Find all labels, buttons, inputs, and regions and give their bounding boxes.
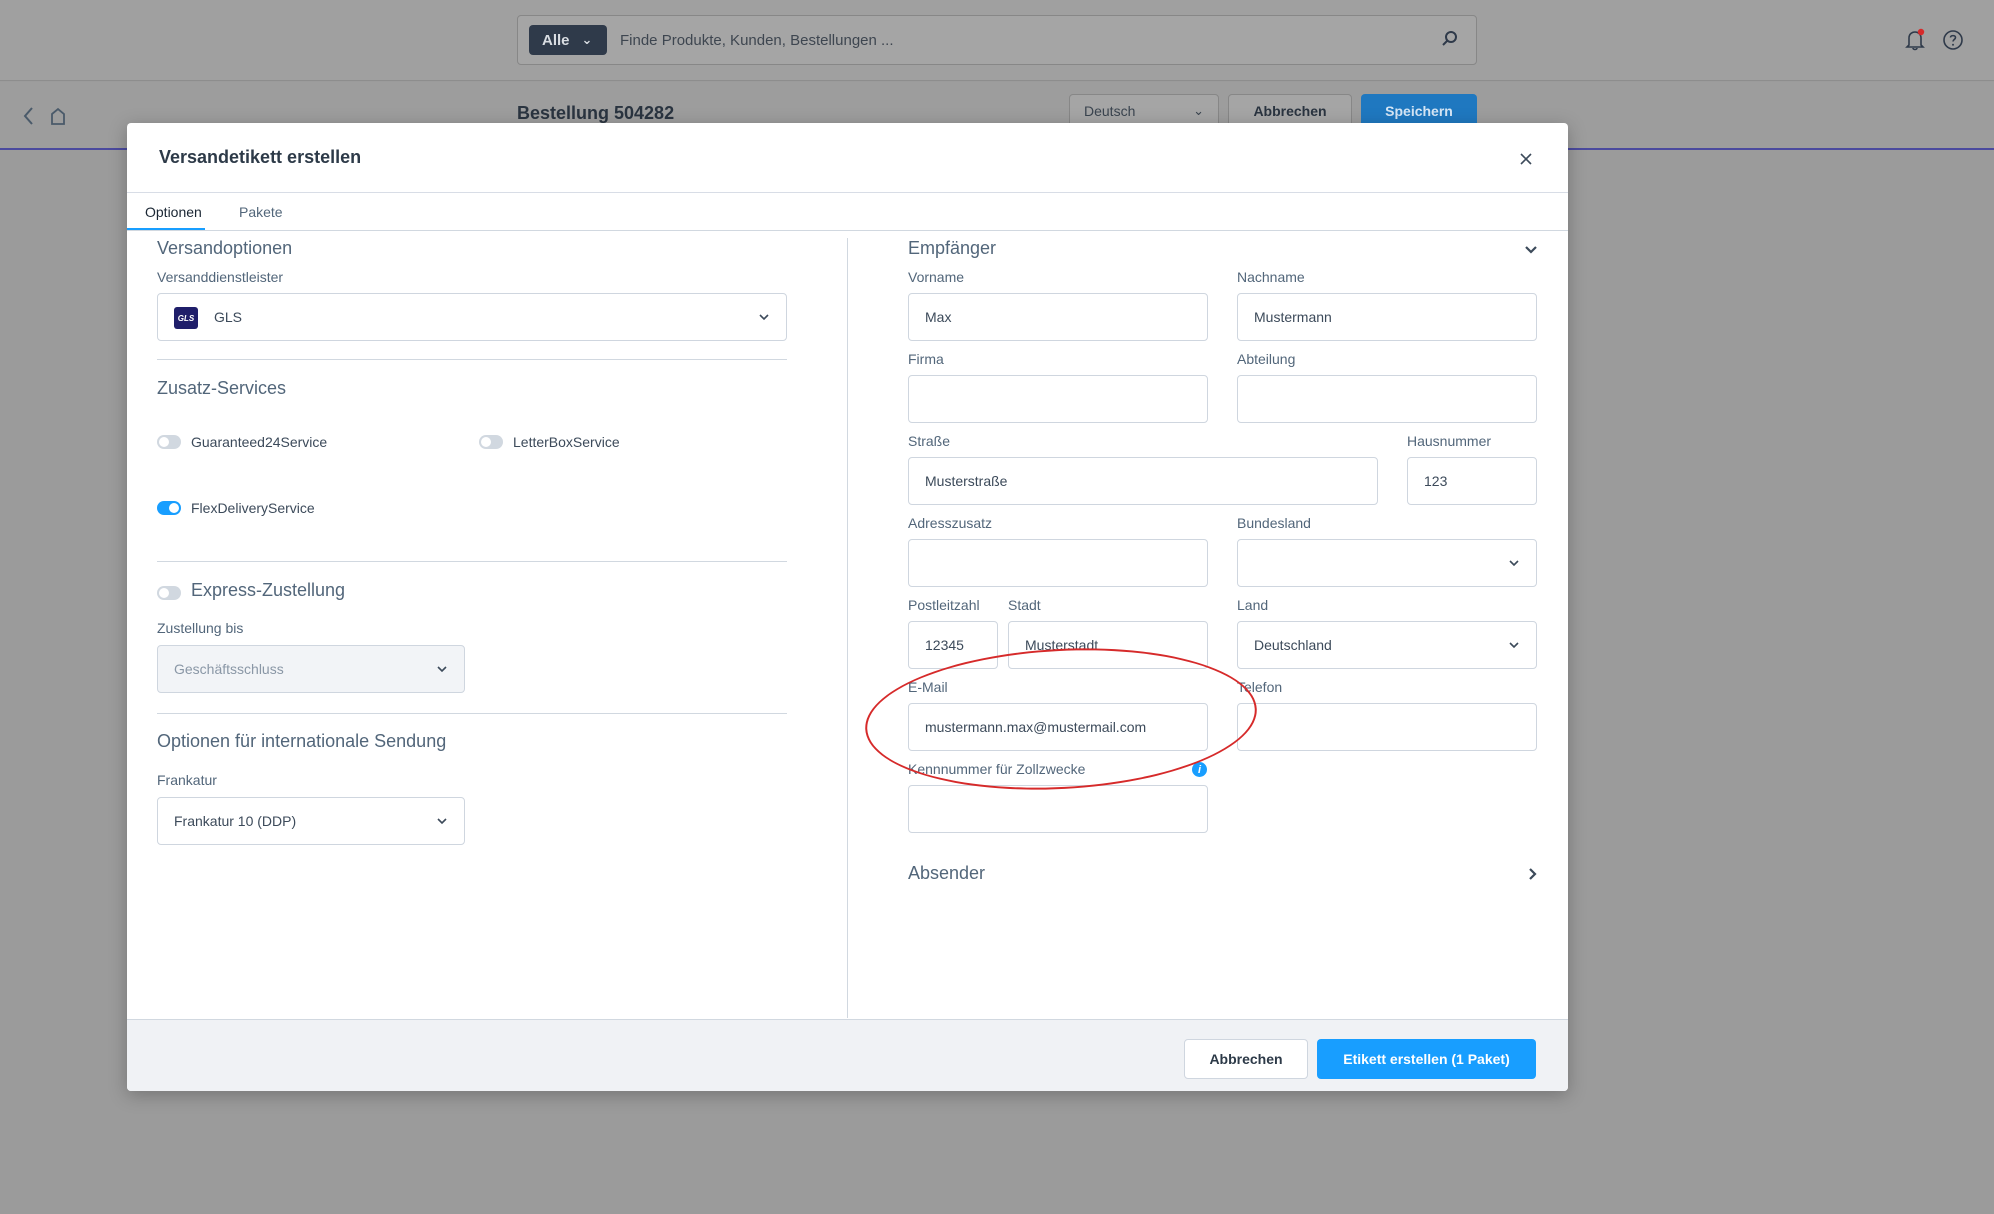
chevron-down-icon [1509,560,1519,567]
customs-label: Kennnummer für Zollzwecke [908,761,1086,777]
gls-logo-icon: GLS [174,307,198,329]
chevron-down-icon [437,818,447,825]
country-value: Deutschland [1254,637,1332,653]
customs-input[interactable] [908,785,1208,833]
flexdelivery-label: FlexDeliveryService [191,500,315,516]
extra-services-title: Zusatz-Services [157,378,287,398]
info-icon[interactable]: i [1192,762,1207,777]
back-icon[interactable] [20,104,80,128]
recipient-title: Empfänger [908,238,997,258]
firstname-input[interactable]: Max [908,293,1208,341]
lastname-input[interactable]: Mustermann [1237,293,1537,341]
modal-header: Versandetikett erstellen [127,123,1568,193]
express-label: Express-Zustellung [191,580,346,600]
modal-footer: Abbrechen Etikett erstellen (1 Paket) [127,1019,1568,1091]
country-select[interactable]: Deutschland [1237,621,1537,669]
search-icon[interactable] [1440,29,1460,49]
delivery-until-select[interactable]: Geschäftsschluss [157,645,465,693]
email-label: E-Mail [908,679,948,695]
city-label: Stadt [1008,597,1041,613]
company-label: Firma [908,351,944,367]
delivery-until-label: Zustellung bis [157,620,244,636]
chevron-down-icon[interactable] [1524,242,1538,256]
letterbox-label: LetterBoxService [513,434,620,450]
carrier-select[interactable]: GLS GLS [157,293,787,341]
chevron-right-icon[interactable] [1525,867,1539,881]
language-label: Deutsch [1084,103,1136,119]
guaranteed24-label: Guaranteed24Service [191,434,328,450]
chevron-down-icon [759,314,769,321]
sender-title[interactable]: Absender [908,863,985,884]
express-toggle[interactable] [157,586,181,600]
shipping-label-modal: Versandetikett erstellen Optionen Pakete… [127,123,1568,1091]
state-label: Bundesland [1237,515,1311,531]
address-extra-label: Adresszusatz [908,515,993,531]
search-scope-select[interactable]: Alle ⌄ [529,25,607,55]
carrier-label: Versanddienstleister [157,269,284,285]
chevron-down-icon [437,666,447,673]
state-select[interactable] [1237,539,1537,587]
active-tab-indicator [127,228,205,230]
housenumber-input[interactable]: 123 [1407,457,1537,505]
address-extra-input[interactable] [908,539,1208,587]
divider [157,359,787,360]
firstname-label: Vorname [908,269,965,285]
housenumber-label: Hausnummer [1407,433,1492,449]
city-input[interactable]: Musterstadt [1008,621,1208,669]
street-label: Straße [908,433,951,449]
frankatur-value: Frankatur 10 (DDP) [174,813,297,829]
street-input[interactable]: Musterstraße [908,457,1378,505]
divider [157,561,787,562]
chevron-down-icon: ⌄ [581,32,593,47]
flexdelivery-toggle[interactable] [157,501,181,515]
international-title: Optionen für internationale Sendung [157,731,447,751]
carrier-value: GLS [214,309,243,325]
divider [157,713,787,714]
lastname-label: Nachname [1237,269,1305,285]
tab-packages[interactable]: Pakete [239,204,283,220]
letterbox-toggle[interactable] [479,435,503,449]
department-label: Abteilung [1237,351,1296,367]
chevron-down-icon [1509,642,1519,649]
close-icon[interactable] [1520,153,1532,165]
delivery-until-value: Geschäftsschluss [174,661,284,677]
column-divider [847,238,848,1018]
zip-input[interactable]: 12345 [908,621,998,669]
shipping-options-title: Versandoptionen [157,238,293,258]
zip-label: Postleitzahl [908,597,980,613]
search-input[interactable]: Finde Produkte, Kunden, Bestellungen ... [620,32,894,49]
frankatur-select[interactable]: Frankatur 10 (DDP) [157,797,465,845]
tab-options[interactable]: Optionen [145,204,202,220]
top-bar: Alle ⌄ Finde Produkte, Kunden, Bestellun… [0,0,1994,81]
search-scope-label: Alle [542,31,570,49]
cancel-button[interactable]: Abbrechen [1184,1039,1308,1079]
create-label-button[interactable]: Etikett erstellen (1 Paket) [1317,1039,1536,1079]
help-icon[interactable] [1941,28,1965,52]
chevron-down-icon: ⌄ [1193,103,1204,118]
phone-label: Telefon [1237,679,1283,695]
frankatur-label: Frankatur [157,772,217,788]
company-input[interactable] [908,375,1208,423]
guaranteed24-toggle[interactable] [157,435,181,449]
bell-icon[interactable] [1903,28,1927,52]
global-search[interactable]: Alle ⌄ Finde Produkte, Kunden, Bestellun… [517,15,1477,65]
modal-title: Versandetikett erstellen [159,147,362,167]
modal-tabs: Optionen Pakete [127,193,1568,231]
phone-input[interactable] [1237,703,1537,751]
department-input[interactable] [1237,375,1537,423]
country-label: Land [1237,597,1269,613]
email-input[interactable]: mustermann.max@mustermail.com [908,703,1208,751]
page-title: Bestellung 504282 [517,103,675,123]
